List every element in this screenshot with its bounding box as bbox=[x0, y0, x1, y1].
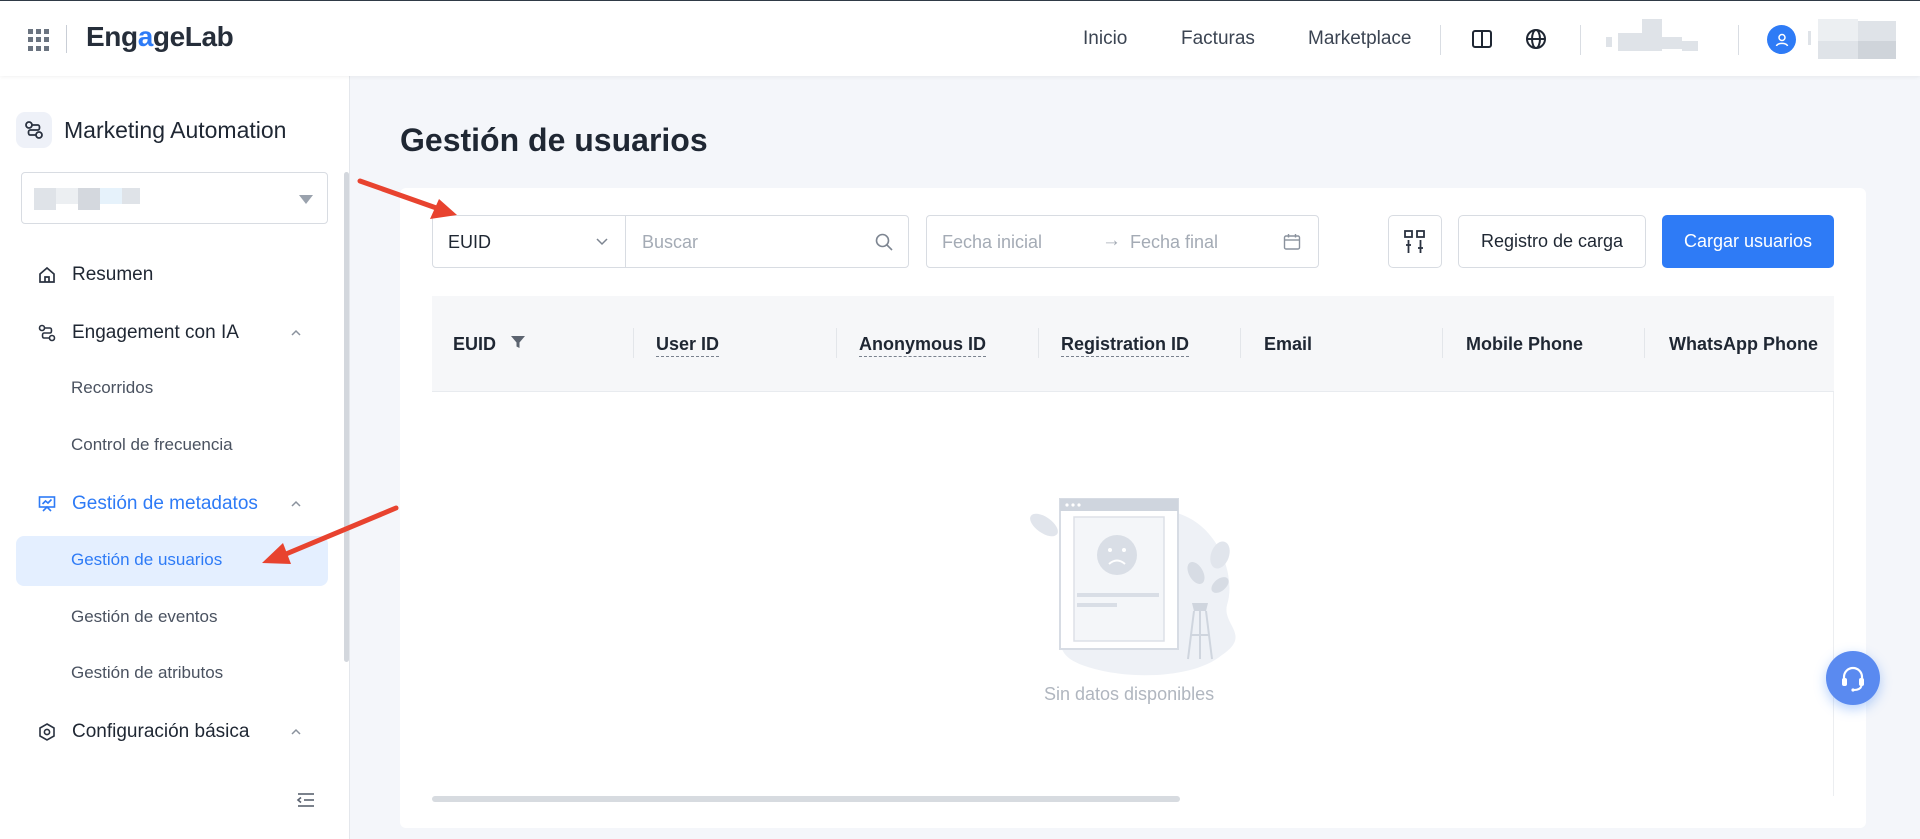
settings-hexagon-icon bbox=[39, 723, 55, 741]
docs-book-icon[interactable] bbox=[1470, 27, 1494, 51]
submenu-gestion-usuarios[interactable]: Gestión de usuarios bbox=[16, 536, 328, 586]
menu-resumen[interactable]: Resumen bbox=[16, 250, 328, 300]
submenu-gestion-atributos[interactable]: Gestión de atributos bbox=[16, 649, 328, 699]
redacted-workspace bbox=[122, 188, 140, 204]
column-settings-icon bbox=[1404, 229, 1425, 253]
sidebar-scrollbar[interactable] bbox=[344, 172, 349, 662]
app-name: Marketing Automation bbox=[64, 116, 287, 143]
menu-engagement-ia[interactable]: Engagement con IA bbox=[16, 308, 328, 358]
redacted-org-name bbox=[1642, 19, 1662, 51]
empty-state-illustration bbox=[1030, 498, 1236, 676]
upload-log-button[interactable]: Registro de carga bbox=[1458, 215, 1646, 268]
headset-icon bbox=[1842, 666, 1864, 692]
redacted-user-name bbox=[1818, 19, 1858, 41]
menu-gestion-metadatos[interactable]: Gestión de metadatos bbox=[16, 479, 328, 529]
redacted-workspace bbox=[56, 188, 78, 204]
column-separator bbox=[633, 328, 634, 358]
menu-label: Engagement con IA bbox=[72, 322, 239, 343]
language-globe-icon[interactable] bbox=[1524, 27, 1548, 51]
redacted-workspace bbox=[78, 188, 100, 210]
logo-divider bbox=[66, 25, 67, 53]
column-header-registration-id[interactable]: Registration ID bbox=[1061, 334, 1190, 357]
submenu-label: Gestión de eventos bbox=[71, 607, 218, 626]
column-header-user-id[interactable]: User ID bbox=[656, 334, 720, 357]
engagement-flow-icon bbox=[38, 324, 56, 342]
calendar-icon bbox=[1283, 234, 1301, 250]
submenu-label: Gestión de usuarios bbox=[71, 550, 223, 569]
nav-facturas[interactable]: Facturas bbox=[1181, 28, 1255, 50]
submenu-label: Control de frecuencia bbox=[71, 435, 233, 454]
metadata-board-icon bbox=[38, 496, 56, 512]
redacted-org-name bbox=[1682, 41, 1698, 51]
submenu-gestion-eventos[interactable]: Gestión de eventos bbox=[16, 593, 328, 643]
redacted-user-name bbox=[1858, 21, 1896, 41]
header-separator bbox=[1440, 25, 1441, 55]
redacted-user-name bbox=[1858, 41, 1896, 59]
column-header-email[interactable]: Email bbox=[1264, 334, 1312, 355]
column-settings-button[interactable] bbox=[1388, 215, 1442, 268]
submenu-label: Recorridos bbox=[71, 378, 154, 397]
nav-inicio[interactable]: Inicio bbox=[1083, 28, 1127, 50]
column-header-euid[interactable]: EUID bbox=[453, 334, 496, 355]
date-range-picker[interactable]: Fecha inicial → Fecha final bbox=[926, 215, 1319, 268]
column-header-mobile-phone[interactable]: Mobile Phone bbox=[1466, 334, 1583, 355]
submenu-label: Gestión de atributos bbox=[71, 663, 224, 682]
menu-label: Configuración básica bbox=[72, 721, 250, 742]
search-placeholder: Buscar bbox=[642, 232, 699, 252]
upload-users-button[interactable]: Cargar usuarios bbox=[1662, 215, 1834, 268]
chevron-up-icon bbox=[291, 500, 301, 507]
user-icon bbox=[1775, 33, 1788, 46]
sidebar: Marketing Automation Resumen Engagement … bbox=[0, 76, 350, 839]
header-separator bbox=[1738, 25, 1739, 55]
chevron-down-icon bbox=[596, 238, 608, 246]
page-title: Gestión de usuarios bbox=[400, 122, 708, 158]
table-horizontal-scrollbar[interactable] bbox=[432, 796, 1180, 802]
redacted-org-name bbox=[1662, 37, 1682, 49]
column-header-anonymous-id[interactable]: Anonymous ID bbox=[859, 334, 987, 357]
nav-marketplace[interactable]: Marketplace bbox=[1308, 28, 1412, 50]
home-icon bbox=[39, 266, 55, 283]
empty-state-text: Sin datos disponibles bbox=[1044, 684, 1215, 704]
column-separator bbox=[1038, 328, 1039, 358]
column-separator bbox=[836, 328, 837, 358]
redacted-org-name bbox=[1606, 37, 1612, 47]
search-input[interactable]: Buscar bbox=[625, 215, 909, 268]
redacted-workspace bbox=[100, 188, 122, 204]
redacted-org-name bbox=[1618, 33, 1642, 51]
column-separator bbox=[1240, 328, 1241, 358]
chevron-up-icon bbox=[291, 329, 301, 336]
app-header: Marketing Automation bbox=[16, 112, 286, 148]
header-separator bbox=[1580, 25, 1581, 55]
search-field-value: EUID bbox=[448, 232, 492, 252]
column-header-whatsapp-phone[interactable]: WhatsApp Phone bbox=[1669, 334, 1818, 355]
column-separator bbox=[1442, 328, 1443, 358]
date-range-arrow: → bbox=[1102, 230, 1121, 251]
search-icon[interactable] bbox=[874, 232, 894, 252]
redacted-workspace bbox=[34, 188, 56, 210]
date-end-placeholder: Fecha final bbox=[1130, 232, 1219, 252]
user-avatar[interactable] bbox=[1767, 25, 1796, 54]
submenu-control-frecuencia[interactable]: Control de frecuencia bbox=[16, 421, 328, 471]
table-edge bbox=[1833, 392, 1834, 796]
engagelab-logo[interactable]: EngageLab bbox=[86, 21, 234, 53]
workspace-select[interactable] bbox=[21, 172, 328, 224]
apps-grid-icon[interactable] bbox=[28, 29, 50, 51]
collapse-sidebar-icon[interactable] bbox=[296, 791, 316, 809]
top-header: EngageLab Inicio Facturas Marketplace bbox=[0, 0, 1920, 76]
date-start-placeholder: Fecha inicial bbox=[942, 232, 1043, 252]
menu-configuracion-basica[interactable]: Configuración básica bbox=[16, 707, 328, 757]
submenu-recorridos[interactable]: Recorridos bbox=[16, 364, 328, 414]
caret-down-icon bbox=[299, 195, 313, 204]
search-field-select[interactable]: EUID bbox=[432, 215, 626, 268]
filter-icon[interactable] bbox=[510, 334, 526, 350]
redacted-user-name bbox=[1818, 41, 1858, 59]
customer-support-button[interactable] bbox=[1826, 651, 1880, 705]
menu-label: Resumen bbox=[72, 264, 154, 285]
chevron-up-icon bbox=[291, 728, 301, 735]
menu-label: Gestión de metadatos bbox=[72, 493, 258, 514]
redacted-user-name bbox=[1808, 31, 1811, 45]
automation-flow-icon bbox=[16, 112, 52, 148]
column-separator bbox=[1644, 328, 1645, 358]
table-header: EUID User ID Anonymous ID Registration I… bbox=[432, 296, 1834, 392]
